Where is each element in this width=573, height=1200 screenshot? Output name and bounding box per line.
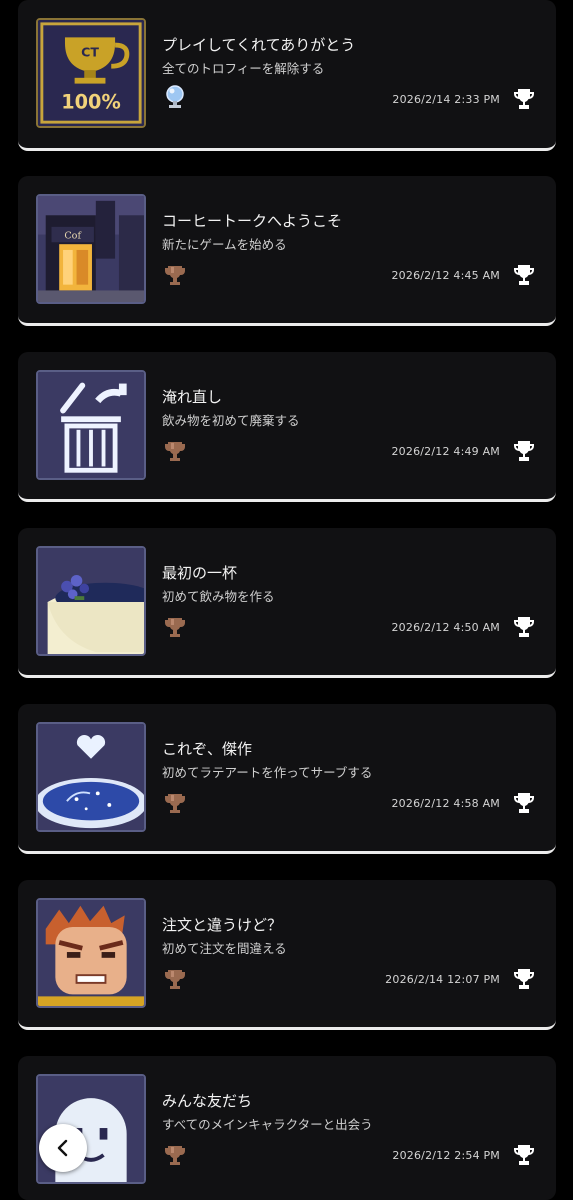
- trash-can-icon: [36, 370, 146, 480]
- trophy-title: 注文と違うけど？: [162, 916, 283, 934]
- lavender-cup-icon: [36, 546, 146, 656]
- bronze-trophy-icon: [164, 440, 186, 464]
- trophy-card[interactable]: これぞ、傑作 初めてラテアートを作ってサーブする 2026/2/12 4:58 …: [18, 704, 556, 854]
- angry-customer-icon: [36, 898, 146, 1008]
- trophy-description: すべてのメインキャラクターと出会う: [162, 1117, 373, 1132]
- bronze-trophy-icon: [164, 1144, 186, 1168]
- unlock-date: 2026/2/12 4:50 AM: [391, 621, 500, 634]
- trophy-title: プレイしてくれてありがとう: [162, 36, 356, 54]
- trophy-description: 初めてラテアートを作ってサーブする: [162, 765, 373, 780]
- platinum-trophy-icon: [164, 85, 186, 109]
- trophy-card[interactable]: みんな友だち すべてのメインキャラクターと出会う 2026/2/12 2:54 …: [18, 1056, 556, 1200]
- trophy-card[interactable]: 注文と違うけど？ 初めて注文を間違える 2026/2/14 12:07 PM: [18, 880, 556, 1030]
- unlock-date: 2026/2/12 4:58 AM: [391, 797, 500, 810]
- unlock-date: 2026/2/14 12:07 PM: [385, 973, 500, 986]
- bronze-trophy-icon: [164, 264, 186, 288]
- trophy-icon: [512, 1143, 536, 1167]
- trophy-description: 飲み物を初めて廃棄する: [162, 413, 300, 428]
- chevron-left-icon: [54, 1139, 72, 1157]
- gold-cup-100-icon: CT 100%: [36, 18, 146, 128]
- percent-label: 100%: [61, 91, 121, 114]
- trophy-title: 最初の一杯: [162, 564, 238, 582]
- trophy-description: 新たにゲームを始める: [162, 237, 287, 252]
- back-button[interactable]: [39, 1124, 87, 1172]
- trophy-title: みんな友だち: [162, 1092, 253, 1110]
- unlock-date: 2026/2/14 2:33 PM: [392, 93, 500, 106]
- trophy-icon: [512, 439, 536, 463]
- trophy-card[interactable]: Cof コーヒートークへようこそ 新たにゲームを始める 2026/2/12 4:…: [18, 176, 556, 326]
- trophy-description: 初めて注文を間違える: [162, 941, 287, 956]
- trophy-icon: [512, 791, 536, 815]
- trophy-icon: [512, 967, 536, 991]
- trophy-icon: [512, 87, 536, 111]
- trophy-description: 初めて飲み物を作る: [162, 589, 275, 604]
- trophy-icon: [512, 263, 536, 287]
- trophy-card[interactable]: 最初の一杯 初めて飲み物を作る 2026/2/12 4:50 AM: [18, 528, 556, 678]
- trophy-description: 全てのトロフィーを解除する: [162, 61, 325, 76]
- trophy-title: 淹れ直し: [162, 388, 223, 406]
- unlock-date: 2026/2/12 4:45 AM: [391, 269, 500, 282]
- bronze-trophy-icon: [164, 968, 186, 992]
- cafe-night-street-icon: Cof: [36, 194, 146, 304]
- cafe-sign-label: Cof: [64, 230, 82, 241]
- latte-art-heart-icon: [36, 722, 146, 832]
- bronze-trophy-icon: [164, 792, 186, 816]
- trophy-card[interactable]: 淹れ直し 飲み物を初めて廃棄する 2026/2/12 4:49 AM: [18, 352, 556, 502]
- unlock-date: 2026/2/12 2:54 PM: [392, 1149, 500, 1162]
- unlock-date: 2026/2/12 4:49 AM: [391, 445, 500, 458]
- trophy-title: これぞ、傑作: [162, 740, 253, 758]
- cup-label: CT: [81, 45, 99, 60]
- trophy-title: コーヒートークへようこそ: [162, 212, 343, 230]
- bronze-trophy-icon: [164, 616, 186, 640]
- trophy-icon: [512, 615, 536, 639]
- trophy-card[interactable]: CT 100% プレイしてくれてありがとう 全てのトロフィーを解除する 2026…: [18, 0, 556, 151]
